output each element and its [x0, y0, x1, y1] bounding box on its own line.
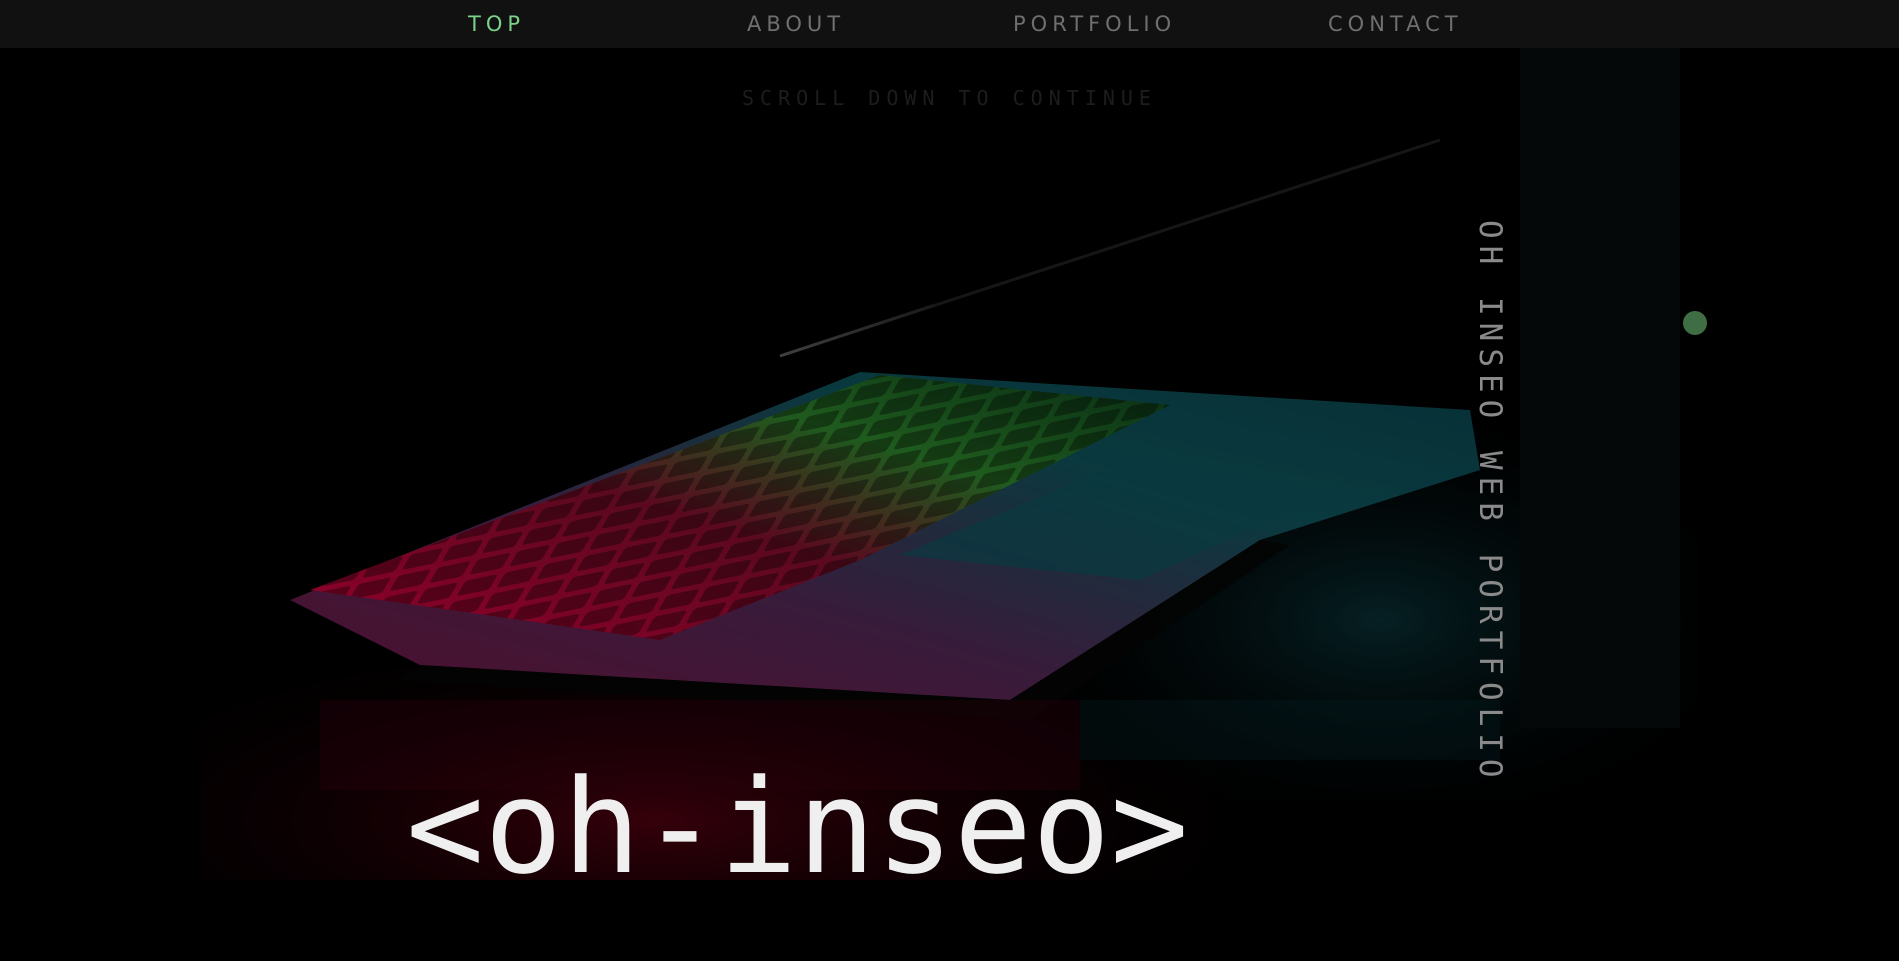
nav-item-contact[interactable]: CONTACT — [1328, 12, 1463, 36]
nav-item-top[interactable]: TOP — [468, 12, 525, 36]
top-navigation: TOP ABOUT PORTFOLIO CONTACT — [0, 0, 1899, 48]
nav-item-portfolio[interactable]: PORTFOLIO — [1013, 12, 1176, 36]
vertical-site-title: OH INSEO WEB PORTFOLIO — [1472, 220, 1508, 785]
nav-item-about[interactable]: ABOUT — [747, 12, 845, 36]
hero-logo-title: <oh-inseo> — [406, 751, 1189, 903]
section-indicator-dot[interactable] — [1683, 311, 1707, 335]
scroll-hint: SCROLL DOWN TO CONTINUE — [742, 86, 1157, 110]
